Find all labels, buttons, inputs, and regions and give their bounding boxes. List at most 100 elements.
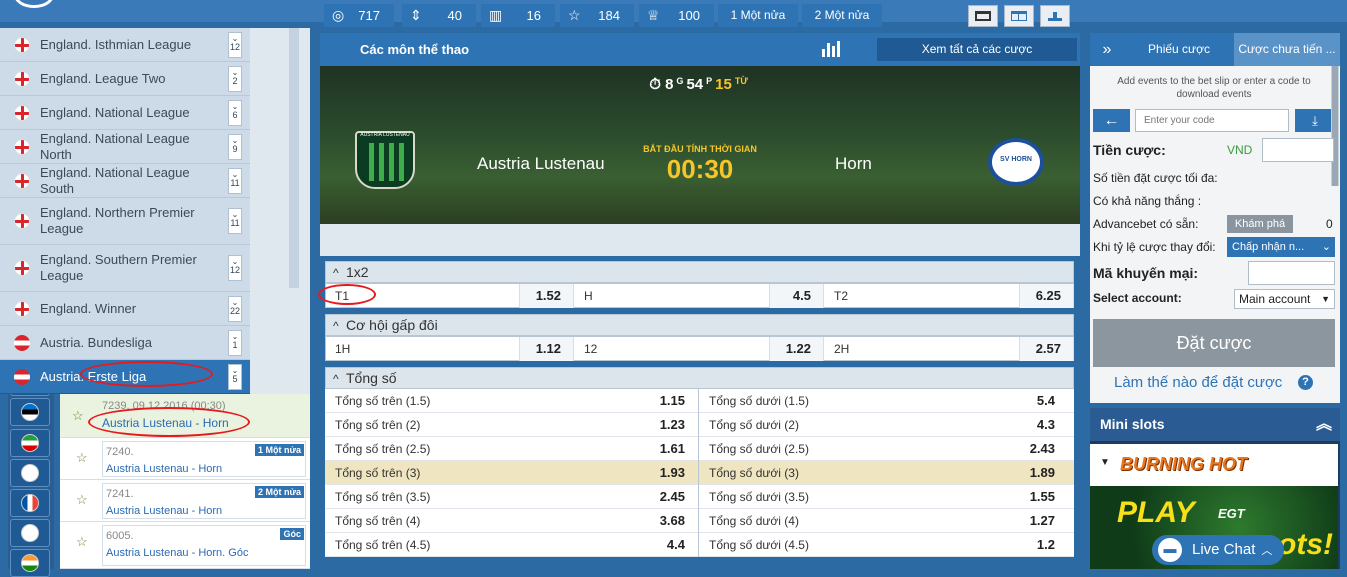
league-item[interactable]: England. National League ⌄ 6: [0, 96, 250, 130]
totals-row[interactable]: Tổng số trên (1.5) 1.15 Tổng số dưới (1.5)…: [325, 389, 1074, 413]
over-odd[interactable]: 3.68: [625, 509, 685, 533]
collapse-up-icon[interactable]: ︽: [1316, 408, 1332, 441]
outcome-odd[interactable]: 1.22: [770, 337, 824, 361]
odds-change-select[interactable]: Chấp nhận n... ⌄: [1227, 237, 1335, 257]
league-item[interactable]: England. National League South ⌄ 11: [0, 164, 250, 198]
totals-row[interactable]: Tổng số trên (2) 1.23 Tổng số dưới (2) 4.3: [325, 413, 1074, 437]
outcome-odd[interactable]: 4.5: [770, 284, 824, 308]
league-item[interactable]: England. League Two ⌄ 2: [0, 62, 250, 96]
league-count[interactable]: ⌄ 22: [228, 295, 242, 322]
outcome-label[interactable]: T2: [824, 284, 1020, 308]
outcome-odd[interactable]: 2.57: [1020, 337, 1074, 361]
league-count[interactable]: ⌄ 9: [228, 133, 242, 160]
help-icon[interactable]: ?: [1298, 375, 1313, 390]
outcome-label[interactable]: 1H: [325, 337, 520, 361]
over-odd[interactable]: 2.45: [625, 485, 685, 509]
outcome-odd[interactable]: 1.52: [520, 284, 574, 308]
league-count[interactable]: ⌄ 12: [228, 31, 242, 58]
over-odd[interactable]: 1.23: [625, 413, 685, 437]
league-count[interactable]: ⌄ 2: [228, 65, 242, 92]
view-compact-icon[interactable]: [1040, 5, 1070, 27]
league-item[interactable]: England. Winner ⌄ 22: [0, 292, 250, 326]
under-odd[interactable]: 2.43: [995, 437, 1055, 461]
outcome-odd[interactable]: 6.25: [1020, 284, 1074, 308]
league-count[interactable]: ⌄ 1: [228, 329, 242, 356]
star-icon[interactable]: ☆: [76, 492, 88, 508]
estonia-flag-icon[interactable]: [10, 398, 50, 427]
match-name[interactable]: Austria Lustenau - Horn: [106, 505, 222, 517]
stake-input[interactable]: [1262, 138, 1334, 162]
league-count[interactable]: ⌄ 5: [228, 363, 242, 390]
star-icon[interactable]: ☆: [76, 450, 88, 466]
under-odd[interactable]: 1.55: [995, 485, 1055, 509]
how-to-bet-link[interactable]: Làm thế nào để đặt cược: [1114, 374, 1282, 391]
france-flag-icon[interactable]: [10, 489, 50, 517]
star-icon[interactable]: ☆: [76, 534, 88, 550]
outcome-label[interactable]: H: [574, 284, 770, 308]
league-count[interactable]: ⌄ 6: [228, 99, 242, 126]
bet-slip-scrollbar[interactable]: [1331, 66, 1339, 186]
under-odd[interactable]: 4.3: [995, 413, 1055, 437]
collapse-chevrons-icon[interactable]: »: [1090, 33, 1124, 66]
under-odd[interactable]: 1.27: [995, 509, 1055, 533]
league-item[interactable]: England. Northern Premier League ⌄ 11: [0, 198, 250, 245]
tab-pending-bets[interactable]: Cược chưa tiến ...: [1234, 33, 1340, 66]
league-scrollbar[interactable]: [289, 28, 299, 288]
market-totals-header[interactable]: Tổng số: [325, 367, 1074, 390]
finland-flag-icon[interactable]: [10, 458, 50, 487]
league-item[interactable]: England. Isthmian League ⌄ 12: [0, 28, 250, 62]
back-arrow-icon[interactable]: ←: [1093, 109, 1130, 132]
league-count[interactable]: ⌄ 12: [228, 255, 242, 281]
stat-button[interactable]: ♕ 100: [639, 4, 714, 27]
outcome-label[interactable]: 2H: [824, 337, 1020, 361]
explore-button[interactable]: Khám phá: [1227, 215, 1293, 233]
totals-row[interactable]: Tổng số trên (2.5) 1.61 Tổng số dưới (2.5)…: [325, 437, 1074, 461]
stat-button[interactable]: ☆ 184: [560, 4, 634, 27]
stat-button[interactable]: ◎ 717: [324, 4, 394, 27]
tab-first-half[interactable]: 1 Một nửa: [718, 4, 798, 27]
market-1x2-header[interactable]: 1x2: [325, 261, 1074, 284]
league-item[interactable]: England. Southern Premier League ⌄ 12: [0, 245, 250, 292]
israel-flag-icon[interactable]: [10, 519, 50, 548]
india-flag-icon[interactable]: [10, 549, 50, 577]
view-single-icon[interactable]: [968, 5, 998, 27]
under-odd[interactable]: 5.4: [995, 389, 1055, 413]
over-odd[interactable]: 1.61: [625, 437, 685, 461]
stats-chart-icon[interactable]: [822, 41, 840, 57]
outcome-odd[interactable]: 1.12: [520, 337, 574, 361]
stat-button[interactable]: ⇕ 40: [402, 4, 476, 27]
account-select[interactable]: Main account ▼: [1234, 289, 1335, 309]
stat-button[interactable]: ▥ 16: [481, 4, 555, 27]
over-odd[interactable]: 1.15: [625, 389, 685, 413]
tab-second-half[interactable]: 2 Một nửa: [802, 4, 882, 27]
tab-bet-slip[interactable]: Phiếu cược: [1124, 33, 1234, 66]
live-chat-button[interactable]: ▬ Live Chat ︿: [1152, 535, 1284, 565]
outcome-label[interactable]: 12: [574, 337, 770, 361]
view-double-icon[interactable]: [1004, 5, 1034, 27]
match-name[interactable]: Austria Lustenau - Horn. Góc: [106, 547, 248, 559]
over-odd[interactable]: 4.4: [625, 533, 685, 557]
over-odd[interactable]: 1.93: [625, 461, 685, 485]
view-all-bets-button[interactable]: Xem tất cả các cược: [877, 38, 1077, 61]
match-name[interactable]: Austria Lustenau - Horn: [106, 463, 222, 475]
match-item[interactable]: ☆ 6005. Austria Lustenau - Horn. Góc Góc: [60, 522, 310, 569]
place-bet-button[interactable]: Đặt cược: [1093, 319, 1335, 367]
code-input[interactable]: [1135, 109, 1289, 132]
league-item[interactable]: England. National League North ⌄ 9: [0, 130, 250, 164]
slot-game-bar[interactable]: ▼ BURNING HOT: [1090, 444, 1338, 486]
promo-input[interactable]: [1248, 261, 1335, 285]
under-odd[interactable]: 1.89: [995, 461, 1055, 485]
match-item[interactable]: ☆ 7241. Austria Lustenau - Horn 2 Một nửa: [60, 480, 310, 522]
under-odd[interactable]: 1.2: [995, 533, 1055, 557]
mini-slots-header[interactable]: Mini slots ︽: [1090, 408, 1340, 441]
market-double-chance-header[interactable]: Cơ hội gấp đôi: [325, 314, 1074, 337]
league-item[interactable]: Austria. Bundesliga ⌄ 1: [0, 326, 250, 360]
totals-row[interactable]: Tổng số trên (3) 1.93 Tổng số dưới (3) 1.89: [325, 461, 1074, 485]
site-logo[interactable]: [14, 0, 54, 8]
iran-flag-icon[interactable]: [10, 428, 50, 457]
totals-row[interactable]: Tổng số trên (4.5) 4.4 Tổng số dưới (4.5) 1…: [325, 533, 1074, 557]
league-count[interactable]: ⌄ 11: [228, 167, 242, 194]
star-icon[interactable]: ☆: [72, 408, 84, 424]
league-count[interactable]: ⌄ 11: [228, 208, 242, 234]
match-item[interactable]: ☆ 7240. Austria Lustenau - Horn 1 Một nửa: [60, 438, 310, 480]
